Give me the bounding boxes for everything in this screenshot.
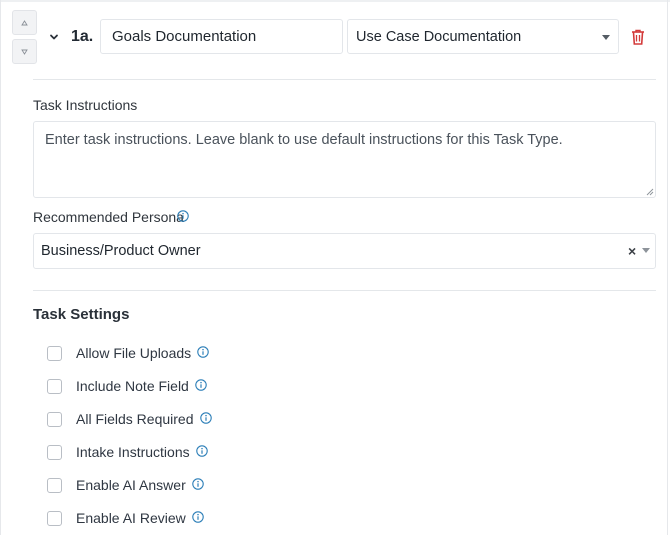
checkbox[interactable] [47,345,62,361]
checkbox[interactable] [47,378,62,394]
task-settings-title: Task Settings [33,306,130,323]
info-icon[interactable] [195,445,208,457]
setting-label: Include Note Field [76,378,189,394]
setting-label: Enable AI Review [76,510,186,526]
setting-enable-ai-answer[interactable]: Enable AI Answer [47,475,204,495]
checkbox[interactable] [47,510,62,526]
section-divider [33,290,656,291]
setting-include-note-field[interactable]: Include Note Field [47,376,207,396]
caret-down-icon [602,35,610,40]
persona-select[interactable]: Business/Product Owner [33,233,656,269]
right-border [667,0,668,535]
caret-down-icon [21,49,28,55]
setting-all-fields-required[interactable]: All Fields Required [47,409,212,429]
setting-label: All Fields Required [76,411,194,427]
task-number: 1a. [71,28,94,45]
info-icon[interactable] [191,511,204,523]
info-icon[interactable] [177,210,189,222]
task-type-value: Use Case Documentation [356,28,522,45]
caret-down-icon[interactable] [642,248,650,253]
setting-intake-instructions[interactable]: Intake Instructions [47,442,208,462]
task-instructions-textarea[interactable] [33,121,656,198]
setting-label: Enable AI Answer [76,477,186,493]
task-type-select[interactable]: Use Case Documentation [347,19,619,54]
left-border [0,0,1,535]
section-divider [33,79,656,80]
info-icon[interactable] [197,346,209,358]
task-instructions-label: Task Instructions [33,97,138,113]
recommended-persona-label: Recommended Persona [33,209,184,225]
info-icon[interactable] [199,412,212,424]
setting-label: Allow File Uploads [76,345,192,361]
persona-value: Business/Product Owner [41,243,201,259]
info-icon[interactable] [192,478,204,490]
setting-label: Intake Instructions [76,444,190,460]
checkbox[interactable] [47,477,62,493]
setting-allow-file-uploads[interactable]: Allow File Uploads [47,343,209,363]
trash-icon[interactable] [631,29,645,45]
caret-up-icon [21,19,28,25]
move-down-button[interactable] [12,39,37,64]
resize-handle-icon[interactable] [646,188,654,196]
move-up-button[interactable] [12,10,37,35]
checkbox[interactable] [47,411,62,427]
task-name-input[interactable] [100,19,343,54]
checkbox[interactable] [47,444,62,460]
chevron-down-icon[interactable] [49,32,59,42]
info-icon[interactable] [195,379,207,391]
clear-selection-icon[interactable]: × [628,243,636,259]
setting-enable-ai-review[interactable]: Enable AI Review [47,508,204,528]
task-editor-panel: 1a. Use Case Documentation Task Instruct… [0,0,670,535]
top-border [0,0,670,2]
